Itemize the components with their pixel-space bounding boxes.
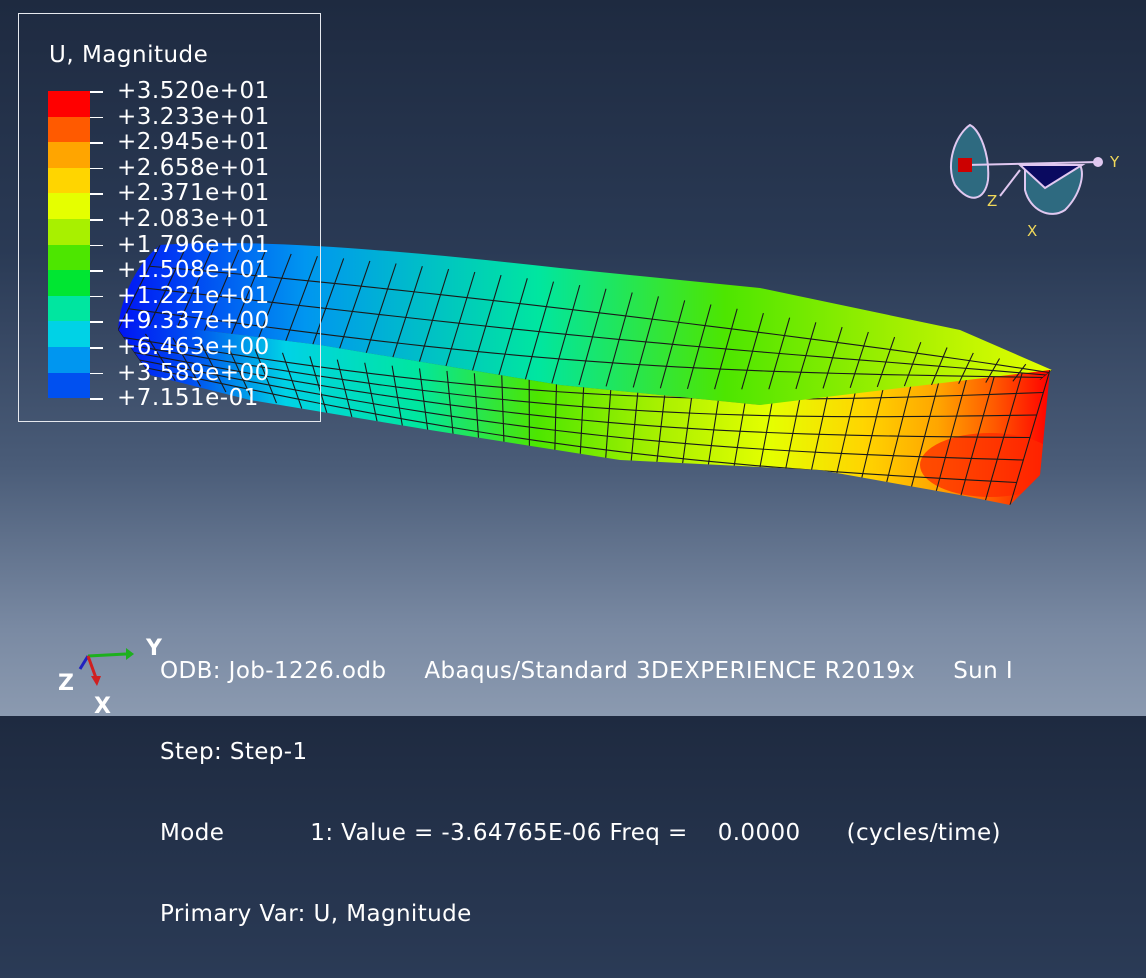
legend-label: +2.083e+01 [117, 207, 270, 231]
mini-y-arrow [126, 648, 134, 660]
odb-info-block: ODB: Job-1226.odb Abaqus/Standard 3DEXPER… [160, 602, 1146, 978]
mini-x-label: X [94, 694, 111, 719]
legend-swatch [48, 270, 90, 296]
legend-swatch [48, 245, 90, 271]
info-step: Step: Step-1 [160, 739, 308, 765]
legend-tick [90, 398, 103, 400]
legend-tick [90, 373, 103, 375]
info-freq: 0.0000 [718, 820, 801, 846]
legend-swatch [48, 91, 90, 117]
info-mode-value: 1: Value = -3.64765E-06 Freq = [310, 820, 687, 846]
triad-z-label: Z [987, 192, 997, 210]
legend-tick [90, 168, 103, 170]
legend-swatch [48, 168, 90, 194]
triad-x-label: X [1027, 222, 1037, 240]
legend-tick [90, 347, 103, 349]
triad-y-end [1093, 157, 1103, 167]
mini-x-axis [88, 656, 96, 678]
view-orientation-triad[interactable]: Y Z X [930, 110, 1130, 240]
info-freq-units: (cycles/time) [847, 820, 1001, 846]
legend-title: U, Magnitude [49, 42, 208, 68]
info-solver: Abaqus/Standard 3DEXPERIENCE R2019x [424, 658, 915, 684]
legend-label: +7.151e-01 [117, 386, 259, 410]
legend-label: +2.371e+01 [117, 181, 270, 205]
legend-swatch [48, 296, 90, 322]
legend-tick [90, 142, 103, 144]
legend-swatch [48, 347, 90, 373]
legend-tick [90, 321, 103, 323]
legend-tick [90, 296, 103, 298]
legend-label: +6.463e+00 [117, 335, 270, 359]
info-mode-line: Mode 1: Value = -3.64765E-06 Freq = 0.0000… [160, 816, 1146, 845]
legend-swatch [48, 117, 90, 143]
legend-swatch [48, 219, 90, 245]
info-odb-line: ODB: Job-1226.odb Abaqus/Standard 3DEXPER… [160, 654, 1146, 683]
legend-tick [90, 91, 103, 93]
info-step-line: Step: Step-1 [160, 735, 1146, 764]
info-primary-var-line: Primary Var: U, Magnitude [160, 897, 1146, 926]
mini-x-arrow [91, 676, 101, 686]
legend-tick [90, 270, 103, 272]
legend-swatch [48, 193, 90, 219]
global-axis-triad: Y Z X [56, 636, 166, 716]
contour-legend[interactable]: U, Magnitude +3.520e+01+3.233e+01+2.945e… [18, 13, 321, 422]
abaqus-viewport[interactable]: U, Magnitude +3.520e+01+3.233e+01+2.945e… [0, 0, 1146, 716]
info-primary-var: Primary Var: U, Magnitude [160, 901, 472, 927]
legend-label: +9.337e+00 [117, 309, 270, 333]
legend-tick [90, 245, 103, 247]
mini-z-label: Z [58, 671, 74, 696]
legend-label: +2.945e+01 [117, 130, 270, 154]
info-date: Sun I [953, 658, 1013, 684]
triad-x-axis [1000, 170, 1020, 196]
legend-label: +1.221e+01 [117, 284, 270, 308]
mini-z-axis [80, 656, 88, 669]
max-displacement-zone [920, 433, 1060, 497]
legend-tick [90, 219, 103, 221]
legend-label: +3.520e+01 [117, 79, 270, 103]
legend-label: +3.233e+01 [117, 105, 270, 129]
legend-swatch [48, 373, 90, 399]
legend-tick [90, 193, 103, 195]
mini-y-axis [88, 654, 126, 656]
info-mode: Mode [160, 820, 224, 846]
legend-swatch [48, 142, 90, 168]
legend-label: +2.658e+01 [117, 156, 270, 180]
info-odb: ODB: Job-1226.odb [160, 658, 386, 684]
legend-tick [90, 117, 103, 119]
triad-origin [958, 158, 972, 172]
legend-label: +3.589e+00 [117, 361, 270, 385]
legend-label: +1.508e+01 [117, 258, 270, 282]
legend-color-bar [48, 91, 90, 398]
triad-y-label: Y [1109, 153, 1120, 171]
legend-label: +1.796e+01 [117, 233, 270, 257]
legend-swatch [48, 321, 90, 347]
